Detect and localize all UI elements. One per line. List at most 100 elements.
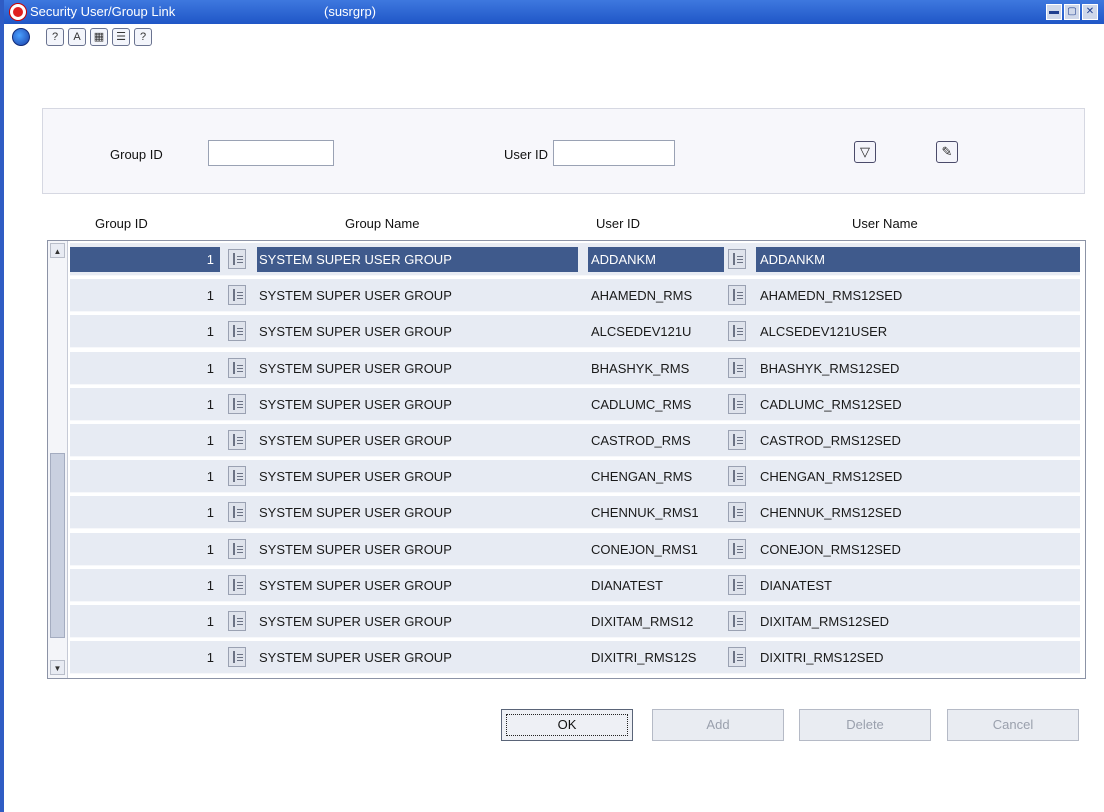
cell-group-id[interactable]: 1 <box>70 464 220 489</box>
table-row[interactable]: 1 SYSTEM SUPER USER GROUP ALCSEDEV121U ALCS… <box>70 315 1080 349</box>
cell-user-id[interactable]: DIXITAM_RMS12 <box>588 609 724 634</box>
cell-group-id[interactable]: 1 <box>70 356 220 381</box>
table-row[interactable]: 1 SYSTEM SUPER USER GROUP DIXITRI_RMS12S DI… <box>70 641 1080 675</box>
cell-group-name[interactable]: SYSTEM SUPER USER GROUP <box>257 319 578 344</box>
scroll-down-icon[interactable]: ▼ <box>50 660 65 675</box>
list-of-values-icon[interactable] <box>728 357 746 378</box>
list-of-values-icon[interactable] <box>728 430 746 450</box>
cell-user-id[interactable]: DIXITRI_RMS12S <box>588 645 724 670</box>
table-row[interactable]: 1 SYSTEM SUPER USER GROUP CHENGAN_RMS CHENG… <box>70 460 1080 494</box>
cell-user-name[interactable]: BHASHYK_RMS12SED <box>756 356 1080 381</box>
cell-user-id[interactable]: AHAMEDN_RMS <box>588 283 724 308</box>
filter-icon[interactable]: ▽ <box>854 141 876 163</box>
user-id-input[interactable] <box>553 140 675 166</box>
cell-group-id[interactable]: 1 <box>70 319 220 344</box>
cell-group-id[interactable]: 1 <box>70 537 220 562</box>
list-of-values-icon[interactable] <box>228 357 246 378</box>
list-of-values-icon[interactable] <box>228 574 246 595</box>
table-row[interactable]: 1 SYSTEM SUPER USER GROUP CASTROD_RMS CASTR… <box>70 424 1080 457</box>
cell-user-id[interactable]: CADLUMC_RMS <box>588 392 724 417</box>
list-of-values-icon[interactable] <box>728 538 746 559</box>
list-of-values-icon[interactable] <box>228 249 246 269</box>
cell-user-name[interactable]: ADDANKM <box>756 247 1080 272</box>
group-id-input[interactable] <box>208 140 334 166</box>
list-of-values-icon[interactable] <box>728 285 746 306</box>
cell-group-name[interactable]: SYSTEM SUPER USER GROUP <box>257 392 578 417</box>
list-of-values-icon[interactable] <box>228 502 246 523</box>
table-row[interactable]: 1 SYSTEM SUPER USER GROUP CONEJON_RMS1 CONE… <box>70 532 1080 566</box>
list-of-values-icon[interactable] <box>728 321 746 342</box>
table-row[interactable]: 1 SYSTEM SUPER USER GROUP DIANATEST DIANATE… <box>70 568 1080 602</box>
calendar-icon[interactable]: ▦ <box>90 28 108 46</box>
add-button[interactable]: Add <box>652 709 784 741</box>
question-icon[interactable]: ? <box>134 28 152 46</box>
list-of-values-icon[interactable] <box>228 466 246 487</box>
cell-group-name[interactable]: SYSTEM SUPER USER GROUP <box>257 500 578 525</box>
cell-group-name[interactable]: SYSTEM SUPER USER GROUP <box>257 645 578 670</box>
cell-user-id[interactable]: CASTROD_RMS <box>588 428 724 453</box>
cell-user-id[interactable]: CHENNUK_RMS1 <box>588 500 724 525</box>
cell-group-id[interactable]: 1 <box>70 283 220 308</box>
list-of-values-icon[interactable] <box>728 502 746 523</box>
list-of-values-icon[interactable] <box>728 393 746 414</box>
delete-button[interactable]: Delete <box>799 709 931 741</box>
cell-group-name[interactable]: SYSTEM SUPER USER GROUP <box>257 537 578 562</box>
spell-check-icon[interactable]: A <box>68 28 86 46</box>
cell-user-name[interactable]: CASTROD_RMS12SED <box>756 428 1080 453</box>
list-of-values-icon[interactable] <box>228 393 246 414</box>
help-icon[interactable]: ? <box>46 28 64 46</box>
cancel-button[interactable]: Cancel <box>947 709 1079 741</box>
notes-icon[interactable]: ☰ <box>112 28 130 46</box>
table-row[interactable]: 1 SYSTEM SUPER USER GROUP BHASHYK_RMS BHASH… <box>70 351 1080 385</box>
list-of-values-icon[interactable] <box>228 611 246 631</box>
cell-group-id[interactable]: 1 <box>70 247 220 272</box>
cell-group-id[interactable]: 1 <box>70 500 220 525</box>
globe-icon[interactable] <box>12 28 30 46</box>
cell-group-name[interactable]: SYSTEM SUPER USER GROUP <box>257 247 578 272</box>
list-of-values-icon[interactable] <box>728 574 746 595</box>
minimize-button[interactable]: ▬ <box>1046 4 1062 20</box>
cell-group-id[interactable]: 1 <box>70 645 220 670</box>
cell-group-name[interactable]: SYSTEM SUPER USER GROUP <box>257 428 578 453</box>
cell-group-name[interactable]: SYSTEM SUPER USER GROUP <box>257 609 578 634</box>
eraser-icon[interactable]: ✎ <box>936 141 958 163</box>
cell-user-id[interactable]: ALCSEDEV121U <box>588 319 724 344</box>
cell-group-id[interactable]: 1 <box>70 392 220 417</box>
table-row[interactable]: 1 SYSTEM SUPER USER GROUP DIXITAM_RMS12 DIX… <box>70 605 1080 638</box>
scroll-thumb[interactable] <box>50 453 65 638</box>
list-of-values-icon[interactable] <box>728 249 746 269</box>
scroll-up-icon[interactable]: ▲ <box>50 243 65 258</box>
list-of-values-icon[interactable] <box>228 285 246 306</box>
cell-user-id[interactable]: DIANATEST <box>588 573 724 598</box>
cell-user-id[interactable]: ADDANKM <box>588 247 724 272</box>
cell-user-name[interactable]: ALCSEDEV121USER <box>756 319 1080 344</box>
list-of-values-icon[interactable] <box>728 647 746 668</box>
cell-user-name[interactable]: CONEJON_RMS12SED <box>756 537 1080 562</box>
list-of-values-icon[interactable] <box>228 647 246 668</box>
vertical-scrollbar[interactable]: ▲ ▼ <box>48 241 68 678</box>
cell-user-id[interactable]: CHENGAN_RMS <box>588 464 724 489</box>
cell-user-name[interactable]: DIXITRI_RMS12SED <box>756 645 1080 670</box>
cell-user-id[interactable]: CONEJON_RMS1 <box>588 537 724 562</box>
cell-group-name[interactable]: SYSTEM SUPER USER GROUP <box>257 356 578 381</box>
cell-group-name[interactable]: SYSTEM SUPER USER GROUP <box>257 573 578 598</box>
list-of-values-icon[interactable] <box>228 321 246 342</box>
table-row[interactable]: 1 SYSTEM SUPER USER GROUP CADLUMC_RMS CADLU… <box>70 387 1080 421</box>
close-button[interactable]: ✕ <box>1082 4 1098 20</box>
cell-user-name[interactable]: CADLUMC_RMS12SED <box>756 392 1080 417</box>
cell-group-id[interactable]: 1 <box>70 428 220 453</box>
list-of-values-icon[interactable] <box>728 611 746 631</box>
table-row[interactable]: 1 SYSTEM SUPER USER GROUP CHENNUK_RMS1 CHEN… <box>70 496 1080 530</box>
table-row[interactable]: 1 SYSTEM SUPER USER GROUP AHAMEDN_RMS AHAME… <box>70 279 1080 313</box>
cell-user-id[interactable]: BHASHYK_RMS <box>588 356 724 381</box>
cell-user-name[interactable]: DIXITAM_RMS12SED <box>756 609 1080 634</box>
cell-group-name[interactable]: SYSTEM SUPER USER GROUP <box>257 464 578 489</box>
list-of-values-icon[interactable] <box>728 466 746 487</box>
cell-user-name[interactable]: CHENNUK_RMS12SED <box>756 500 1080 525</box>
cell-user-name[interactable]: AHAMEDN_RMS12SED <box>756 283 1080 308</box>
cell-group-id[interactable]: 1 <box>70 609 220 634</box>
cell-group-id[interactable]: 1 <box>70 573 220 598</box>
table-row[interactable]: 1 SYSTEM SUPER USER GROUP ADDANKM ADDANKM <box>70 243 1080 276</box>
cell-group-name[interactable]: SYSTEM SUPER USER GROUP <box>257 283 578 308</box>
cell-user-name[interactable]: DIANATEST <box>756 573 1080 598</box>
